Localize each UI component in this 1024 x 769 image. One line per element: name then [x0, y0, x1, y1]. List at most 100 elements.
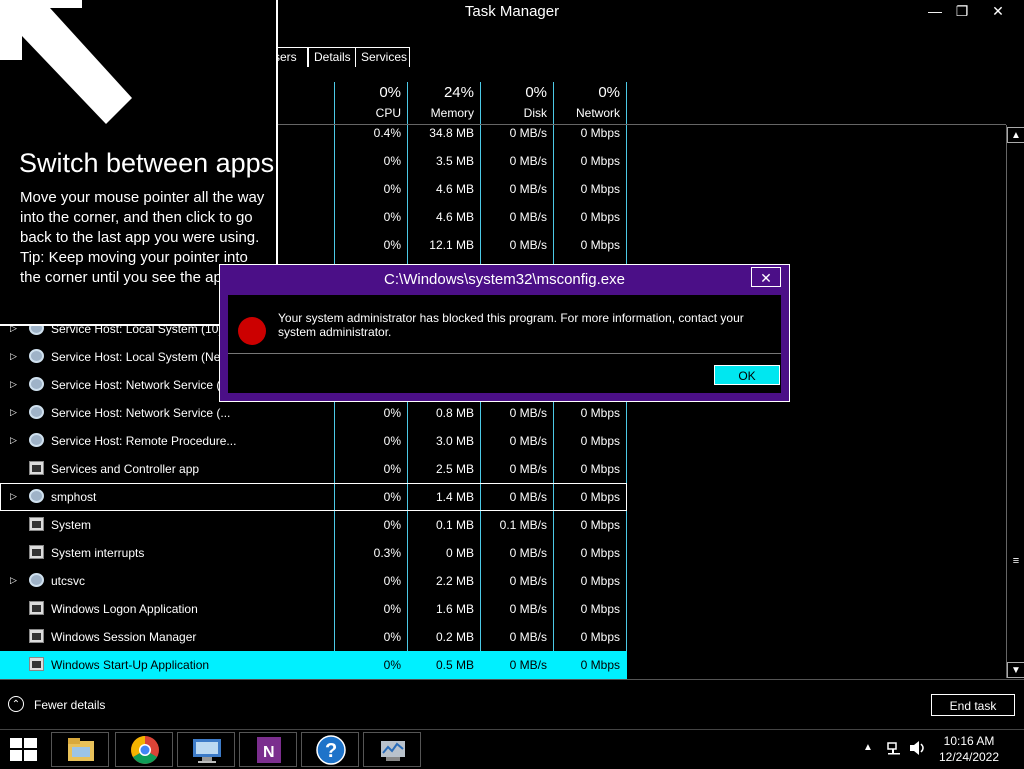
- close-button[interactable]: ✕: [983, 2, 1013, 20]
- taskbar-file-explorer[interactable]: [51, 732, 109, 767]
- process-mem-value: 2.2 MB: [435, 574, 474, 588]
- process-mem-value: 3.0 MB: [435, 434, 474, 448]
- application-icon: [29, 657, 44, 671]
- process-mem-value: 12.1 MB: [429, 238, 474, 252]
- process-disk-value: 0 MB/s: [509, 434, 547, 448]
- process-row[interactable]: Services and Controller app 0% 2.5 MB 0 MB/…: [0, 455, 627, 483]
- column-header-disk[interactable]: 0% Disk: [481, 82, 553, 124]
- process-net-value: 0 Mbps: [580, 574, 620, 588]
- tip-instructions: Move your mouse pointer all the way into…: [20, 189, 265, 246]
- service-gear-icon: [29, 377, 44, 391]
- service-gear-icon: [29, 573, 44, 587]
- corner-arrow-icon: [0, 0, 132, 124]
- process-cpu-value: 0%: [383, 434, 401, 448]
- service-gear-icon: [29, 433, 44, 447]
- process-mem-value: 4.6 MB: [435, 182, 474, 196]
- vertical-scrollbar[interactable]: ▲ ≡ ▼: [1006, 125, 1024, 678]
- process-cpu-value: 0%: [383, 602, 401, 616]
- expand-chevron-icon[interactable]: ▷: [10, 491, 17, 502]
- expand-chevron-icon[interactable]: ▷: [10, 435, 17, 446]
- network-icon[interactable]: [886, 740, 902, 756]
- column-header-memory[interactable]: 24% Memory: [408, 82, 480, 124]
- process-net-value: 0 Mbps: [580, 154, 620, 168]
- help-letter: ?: [325, 740, 337, 762]
- column-header-cpu[interactable]: 0% CPU: [335, 82, 407, 124]
- process-net-value: 0 Mbps: [580, 434, 620, 448]
- process-mem-value: 0.2 MB: [435, 630, 474, 644]
- scroll-thumb[interactable]: ≡: [1010, 555, 1022, 567]
- process-row[interactable]: ▷ smphost 0% 1.4 MB 0 MB/s 0 Mbps: [0, 483, 627, 511]
- process-net-value: 0 Mbps: [580, 630, 620, 644]
- end-task-button[interactable]: End task: [931, 694, 1015, 716]
- process-net-value: 0 Mbps: [580, 406, 620, 420]
- expand-chevron-icon[interactable]: ▷: [10, 575, 17, 586]
- file-explorer-icon: [68, 738, 94, 761]
- process-row[interactable]: System interrupts 0.3% 0 MB 0 MB/s 0 Mbps: [0, 539, 627, 567]
- fewer-details-link[interactable]: Fewer details: [34, 698, 105, 712]
- tray-chevron-icon[interactable]: ▲: [863, 742, 873, 753]
- process-name: Windows Start-Up Application: [51, 658, 210, 672]
- expand-chevron-icon[interactable]: ▷: [10, 379, 17, 390]
- blocked-program-dialog: C:\Windows\system32\msconfig.exe ✕ Your …: [219, 264, 790, 402]
- expand-chevron-icon[interactable]: ▷: [10, 407, 17, 418]
- process-cpu-value: 0%: [383, 182, 401, 196]
- dialog-title: C:\Windows\system32\msconfig.exe: [384, 271, 625, 288]
- process-row[interactable]: Windows Session Manager 0% 0.2 MB 0 MB/s 0 M…: [0, 623, 627, 651]
- process-disk-value: 0 MB/s: [509, 406, 547, 420]
- taskbar-help[interactable]: ?: [301, 732, 359, 767]
- clock-date[interactable]: 12/24/2022: [936, 750, 1002, 764]
- disk-total: 0%: [525, 84, 547, 101]
- process-disk-value: 0 MB/s: [509, 490, 547, 504]
- process-name: smphost: [51, 490, 97, 504]
- clock-time[interactable]: 10:16 AM: [940, 734, 998, 748]
- process-mem-value: 0 MB: [445, 546, 474, 560]
- scroll-up-button[interactable]: ▲: [1007, 127, 1024, 143]
- dialog-body: Your system administrator has blocked th…: [228, 295, 781, 393]
- process-mem-value: 1.6 MB: [435, 602, 474, 616]
- application-icon: [29, 545, 44, 559]
- process-row[interactable]: System 0% 0.1 MB 0.1 MB/s 0 Mbps: [0, 511, 627, 539]
- process-name: Service Host: Remote Procedure...: [51, 434, 237, 448]
- process-disk-value: 0 MB/s: [509, 462, 547, 476]
- scroll-down-button[interactable]: ▼: [1007, 662, 1024, 678]
- chevron-up-icon[interactable]: ⌃: [8, 696, 24, 712]
- column-header-network[interactable]: 0% Network: [554, 82, 626, 124]
- process-net-value: 0 Mbps: [580, 210, 620, 224]
- windows-start-icon[interactable]: [10, 738, 38, 762]
- process-name: Services and Controller app: [51, 462, 200, 476]
- application-icon: [29, 517, 44, 531]
- process-row[interactable]: Windows Logon Application 0% 1.6 MB 0 MB/s 0…: [0, 595, 627, 623]
- process-name: System interrupts: [51, 546, 145, 560]
- process-cpu-value: 0%: [383, 574, 401, 588]
- expand-chevron-icon[interactable]: ▷: [10, 351, 17, 362]
- taskbar-chrome[interactable]: [115, 732, 173, 767]
- process-net-value: 0 Mbps: [580, 490, 620, 504]
- help-icon: ?: [316, 735, 346, 765]
- process-net-value: 0 Mbps: [580, 462, 620, 476]
- tab-services[interactable]: Services: [355, 47, 410, 67]
- process-row[interactable]: ▷ Service Host: Network Service (... 0% 0.8…: [0, 399, 627, 427]
- taskbar-remote-desktop[interactable]: [177, 732, 235, 767]
- tab-details[interactable]: Details: [308, 47, 362, 67]
- process-cpu-value: 0%: [383, 406, 401, 420]
- taskbar-onenote[interactable]: N: [239, 732, 297, 767]
- volume-icon[interactable]: [909, 740, 927, 756]
- taskbar-system-monitor[interactable]: [363, 732, 421, 767]
- restore-button[interactable]: ❐: [947, 2, 977, 20]
- process-row[interactable]: ▷ utcsvc 0% 2.2 MB 0 MB/s 0 Mbps: [0, 567, 627, 595]
- ok-button[interactable]: OK: [714, 365, 780, 385]
- process-row[interactable]: ▷ Service Host: Remote Procedure... 0% 3.0 …: [0, 427, 627, 455]
- process-net-value: 0 Mbps: [580, 238, 620, 252]
- process-cpu-value: 0%: [383, 658, 401, 672]
- error-icon: [238, 317, 266, 345]
- process-name: Service Host: Network Service (...: [51, 406, 231, 420]
- application-icon: [29, 629, 44, 643]
- onenote-letter: N: [263, 744, 275, 761]
- process-cpu-value: 0%: [383, 518, 401, 532]
- minimize-button[interactable]: —: [920, 2, 950, 20]
- process-mem-value: 1.4 MB: [435, 490, 474, 504]
- dialog-close-button[interactable]: ✕: [751, 267, 781, 287]
- system-monitor-icon: [381, 741, 405, 761]
- process-row[interactable]: Windows Start-Up Application 0% 0.5 MB 0 MB…: [0, 651, 627, 679]
- process-disk-value: 0 MB/s: [509, 658, 547, 672]
